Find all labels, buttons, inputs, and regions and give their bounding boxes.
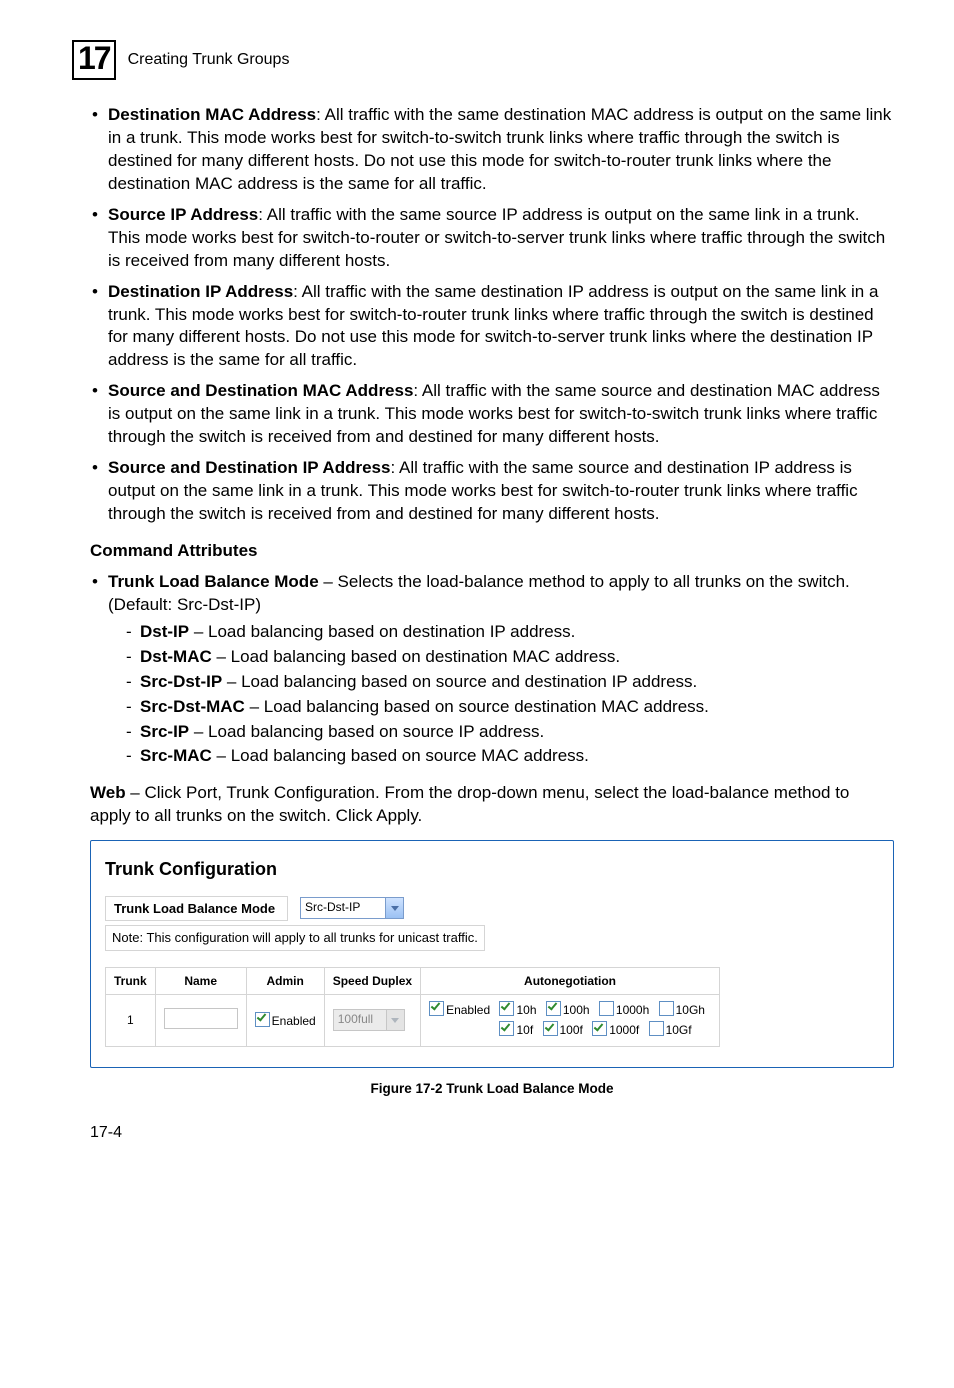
list-item: Src-Dst-IP – Load balancing based on sou… [126, 671, 894, 694]
list-item: Source and Destination MAC Address: All … [90, 380, 894, 449]
autoneg-opt-label: 10f [516, 1023, 533, 1037]
list-item: Dst-MAC – Load balancing based on destin… [126, 646, 894, 669]
web-lead: Web [90, 783, 126, 802]
speed-dropdown[interactable]: 100full [333, 1009, 405, 1031]
admin-checkbox[interactable] [255, 1012, 270, 1027]
list-item: Src-IP – Load balancing based on source … [126, 721, 894, 744]
term: Source and Destination MAC Address [108, 381, 413, 400]
autoneg-opt-label: 1000h [616, 1003, 649, 1017]
mode-row: Trunk Load Balance Mode Src-Dst-IP [105, 896, 879, 922]
list-item: Trunk Load Balance Mode – Selects the lo… [90, 571, 894, 769]
list-item: Source and Destination IP Address: All t… [90, 457, 894, 526]
term: Destination IP Address [108, 282, 293, 301]
autoneg-opt-label: 100h [563, 1003, 590, 1017]
admin-label: Enabled [272, 1014, 316, 1028]
trunk-table: Trunk Name Admin Speed Duplex Autonegoti… [105, 967, 720, 1047]
list-item: Source IP Address: All traffic with the … [90, 204, 894, 273]
autoneg-10Gh-checkbox[interactable] [659, 1001, 674, 1016]
cell-trunk-id: 1 [106, 994, 156, 1046]
note-box: Note: This configuration will apply to a… [105, 925, 485, 951]
speed-dropdown-value: 100full [334, 1010, 386, 1030]
term: Dst-MAC [140, 647, 212, 666]
autoneg-opt-label: 1000f [609, 1023, 639, 1037]
term-text: – Load balancing based on source MAC add… [212, 746, 589, 765]
col-autoneg: Autonegotiation [421, 967, 720, 994]
term: Src-MAC [140, 746, 212, 765]
web-paragraph: Web – Click Port, Trunk Configuration. F… [90, 782, 894, 828]
mode-dropdown-value: Src-Dst-IP [301, 898, 385, 918]
panel-title: Trunk Configuration [105, 857, 879, 881]
mode-dropdown[interactable]: Src-Dst-IP [300, 897, 404, 919]
command-attributes-heading: Command Attributes [90, 540, 894, 563]
term-text: – Load balancing based on source and des… [222, 672, 697, 691]
sub-list: Dst-IP – Load balancing based on destina… [126, 621, 894, 769]
term: Dst-IP [140, 622, 189, 641]
term: Destination MAC Address [108, 105, 316, 124]
autoneg-opt-label: 10Gf [666, 1023, 692, 1037]
trunk-config-figure: Trunk Configuration Trunk Load Balance M… [90, 840, 894, 1067]
term-text: – Load balancing based on source destina… [245, 697, 709, 716]
list-item: Src-MAC – Load balancing based on source… [126, 745, 894, 768]
chapter-title: Creating Trunk Groups [128, 49, 290, 71]
cell-name [155, 994, 246, 1046]
term: Src-Dst-MAC [140, 697, 245, 716]
col-speed: Speed Duplex [324, 967, 420, 994]
name-input[interactable] [164, 1008, 238, 1029]
autoneg-1000f-checkbox[interactable] [592, 1021, 607, 1036]
term: Source and Destination IP Address [108, 458, 390, 477]
autoneg-opt-label: 10Gh [676, 1003, 705, 1017]
term-text: – Load balancing based on destination IP… [189, 622, 575, 641]
autoneg-10h-checkbox[interactable] [499, 1001, 514, 1016]
autoneg-100h-checkbox[interactable] [546, 1001, 561, 1016]
command-attributes-list: Trunk Load Balance Mode – Selects the lo… [90, 571, 894, 769]
web-text: – Click Port, Trunk Configuration. From … [90, 783, 849, 825]
col-trunk: Trunk [106, 967, 156, 994]
table-header-row: Trunk Name Admin Speed Duplex Autonegoti… [106, 967, 720, 994]
col-name: Name [155, 967, 246, 994]
chapter-number-box: 17 [72, 40, 116, 80]
list-item: Destination MAC Address: All traffic wit… [90, 104, 894, 196]
figure-caption: Figure 17-2 Trunk Load Balance Mode [90, 1080, 894, 1098]
autoneg-10Gf-checkbox[interactable] [649, 1021, 664, 1036]
term: Src-Dst-IP [140, 672, 222, 691]
page-number: 17-4 [90, 1122, 894, 1144]
col-admin: Admin [246, 967, 324, 994]
autoneg-10f-checkbox[interactable] [499, 1021, 514, 1036]
autoneg-1000h-checkbox[interactable] [599, 1001, 614, 1016]
chevron-down-icon[interactable] [385, 898, 403, 918]
term: Source IP Address [108, 205, 258, 224]
term-text: – Load balancing based on destination MA… [212, 647, 620, 666]
autoneg-enabled-label: Enabled [446, 1003, 490, 1017]
term: Trunk Load Balance Mode [108, 572, 319, 591]
term-text: – Load balancing based on source IP addr… [189, 722, 544, 741]
autoneg-enabled-checkbox[interactable] [429, 1001, 444, 1016]
list-item: Src-Dst-MAC – Load balancing based on so… [126, 696, 894, 719]
list-item: Dst-IP – Load balancing based on destina… [126, 621, 894, 644]
cell-admin: Enabled [246, 994, 324, 1046]
cell-autoneg: Enabled 10h 100h 1000h 10Gh Enabled 10f … [421, 994, 720, 1046]
feature-bullet-list: Destination MAC Address: All traffic wit… [90, 104, 894, 526]
autoneg-100f-checkbox[interactable] [543, 1021, 558, 1036]
autoneg-opt-label: 10h [516, 1003, 536, 1017]
mode-label: Trunk Load Balance Mode [105, 896, 288, 922]
list-item: Destination IP Address: All traffic with… [90, 281, 894, 373]
chapter-header: 17 Creating Trunk Groups [72, 40, 894, 80]
autoneg-opt-label: 100f [560, 1023, 583, 1037]
table-row: 1 Enabled 100full Enabled 10h 100h 1000h… [106, 994, 720, 1046]
term: Src-IP [140, 722, 189, 741]
chevron-down-icon [386, 1010, 404, 1030]
cell-speed: 100full [324, 994, 420, 1046]
